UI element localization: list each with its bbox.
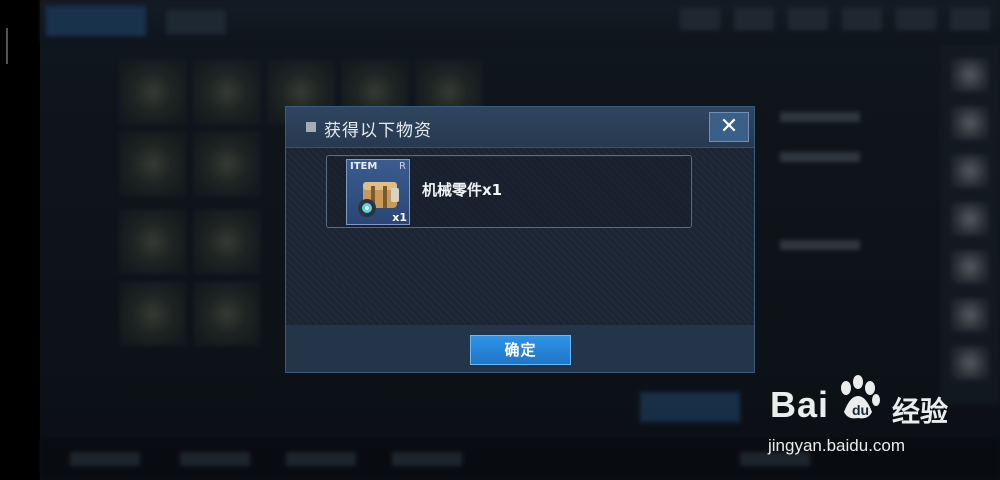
dialog-header: 获得以下物资 ✕ [286,107,754,148]
close-button[interactable]: ✕ [709,112,749,142]
watermark-cn-text: 经验 [892,395,949,428]
baidu-jingyan-watermark: Bai du 经验 jingyan.baidu.com [762,372,998,472]
dialog-title: 获得以下物资 [324,121,432,141]
item-rarity-label: R [399,161,406,172]
item-name: 机械零件x1 [422,181,503,199]
item-type-label: ITEM [350,161,378,172]
confirm-button[interactable]: 确定 [470,335,571,365]
title-square-icon [306,122,316,132]
item-quantity: x1 [392,211,407,224]
reward-dialog: 获得以下物资 ✕ ITEM R x1 机械零件x1 确定 [285,106,755,373]
paw-logo-icon: du [841,375,880,419]
svg-text:du: du [852,402,869,418]
game-screen: 获得以下物资 ✕ ITEM R x1 机械零件x1 确定 Bai du 经验 j… [0,0,1000,480]
watermark-brand: Bai [770,384,830,425]
item-slot[interactable]: ITEM R x1 [346,159,410,225]
watermark-url: jingyan.baidu.com [768,436,906,455]
